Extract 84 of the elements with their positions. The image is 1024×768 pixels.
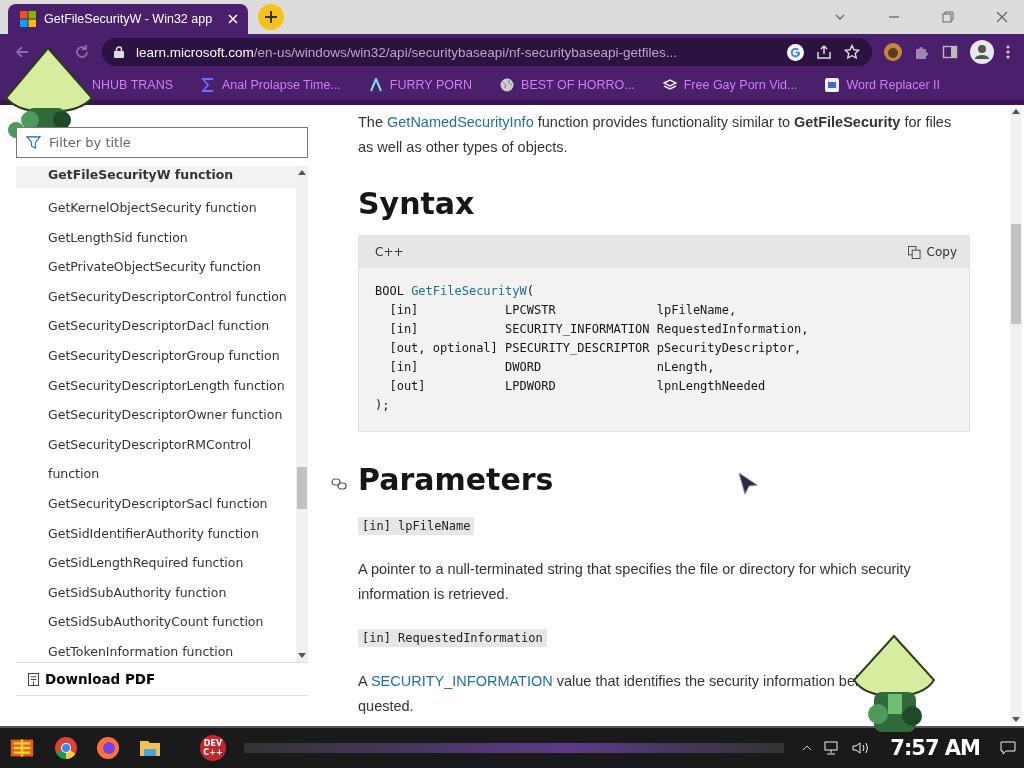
parameter-name: [in] lpFileName	[358, 517, 475, 535]
dev-cpp-icon[interactable]: DEV C++	[200, 735, 226, 761]
tab-title: GetFileSecurityW - Win32 app	[44, 12, 214, 26]
scroll-down-icon[interactable]	[298, 653, 306, 658]
toc-item[interactable]: GetSecurityDescriptorSacl function	[16, 488, 296, 519]
puzzle-icon[interactable]	[914, 44, 930, 60]
globe-icon	[500, 78, 515, 92]
code-line: );	[375, 397, 391, 414]
scroll-down-icon[interactable]	[1012, 717, 1020, 722]
section-heading: Syntax	[358, 186, 476, 221]
filter-field[interactable]: Filter by title	[16, 127, 308, 158]
toc-item[interactable]: GetKernelObjectSecurity function	[16, 193, 296, 223]
copy-icon	[907, 245, 921, 259]
bookmark[interactable]: Anal Prolapse Time...	[201, 78, 341, 92]
address-bar[interactable]: learn.microsoft.com/en-us/windows/win32/api/securitybaseapi/nf-securitybaseapi-getfiles...	[102, 38, 872, 66]
document-icon	[28, 672, 39, 686]
notification-icon[interactable]	[1000, 741, 1016, 755]
code-line: BOOL GetFileSecurityW(	[375, 283, 535, 300]
code-line: [in] DWORD nLength,	[388, 359, 716, 376]
toc-item[interactable]: GetSidSubAuthority function	[16, 577, 296, 608]
windows-logo-icon	[20, 11, 36, 27]
code-line: [out] LPDWORD lpnLengthNeeded	[388, 378, 767, 395]
code-line: [in] LPCWSTR lpFileName,	[388, 302, 738, 319]
section-heading: Parameters	[358, 462, 554, 497]
new-tab-button[interactable]	[258, 4, 284, 30]
scrollbar[interactable]	[296, 166, 308, 662]
scroll-up-icon[interactable]	[1012, 109, 1020, 114]
download-pdf-link[interactable]: Download PDF	[16, 662, 308, 696]
cursor-icon	[738, 472, 758, 496]
bookmark[interactable]: Word Replacer II	[825, 78, 940, 92]
clock[interactable]: 7:57 AM	[890, 736, 980, 760]
intro-paragraph: The GetNamedSecurityInfo function provides functionality similar to GetFileSecurity for files as well as other types of objects.	[358, 113, 953, 157]
parameter-description: A pointer to a null-terminated string that specifies the file or directory for which security information is retrieved.	[358, 560, 912, 604]
toc-item[interactable]: GetSidIdentifierAuthority function	[16, 518, 296, 549]
volume-icon[interactable]	[852, 741, 871, 755]
google-icon[interactable]	[787, 43, 804, 61]
sigma-icon	[201, 78, 216, 92]
bookmark[interactable]: NHUB TRANS	[92, 78, 174, 92]
url-text: learn.microsoft.com/en-us/windows/win32/api/securitybaseapi/nf-securitybaseapi-getfiles...	[136, 44, 678, 60]
toc-item[interactable]: GetSecurityDescriptorGroup function	[16, 340, 296, 371]
chrome-icon[interactable]	[54, 736, 78, 760]
back-icon[interactable]	[14, 44, 30, 60]
toc-item[interactable]: GetFileSecurityW function	[16, 166, 296, 188]
toc-item[interactable]: GetSecurityDescriptorDacl function	[16, 311, 296, 341]
bookmark[interactable]: FURRY PORN	[368, 78, 473, 92]
avatar-icon[interactable]	[884, 43, 902, 61]
restore-icon[interactable]	[942, 11, 954, 23]
bookmark[interactable]: Free Gay Porn Vid...	[662, 78, 798, 92]
code-line: [in] SECURITY_INFORMATION RequestedInformation,	[388, 321, 810, 338]
menu-icon[interactable]	[1006, 44, 1010, 60]
extension-icon	[825, 78, 840, 92]
browser-tab[interactable]: GetFileSecurityW - Win32 app	[8, 4, 248, 34]
link-icon[interactable]	[331, 478, 347, 490]
toc-item[interactable]: GetSecurityDescriptorControl function	[16, 281, 296, 312]
toc-item[interactable]: GetTokenInformation function	[16, 636, 296, 662]
profile-icon[interactable]	[970, 40, 994, 64]
firefox-icon[interactable]	[96, 736, 120, 760]
copy-button[interactable]: Copy	[907, 245, 957, 259]
link[interactable]: SECURITY_INFORMATION	[370, 673, 553, 689]
scroll-up-icon[interactable]	[298, 170, 306, 175]
star-icon[interactable]	[844, 44, 860, 60]
bookmark[interactable]: BEST OF HORRO...	[500, 78, 635, 92]
side-panel-icon[interactable]	[942, 44, 958, 60]
language-label: C++	[375, 245, 404, 259]
toc-item[interactable]: GetSidSubAuthorityCount function	[16, 607, 296, 637]
toc-item[interactable]: GetLengthSid function	[16, 222, 296, 253]
toc-item[interactable]: GetSecurityDescriptorLength function	[16, 370, 296, 401]
filter-icon	[26, 135, 41, 150]
toc-item[interactable]: GetSecurityDescriptorRMControl function	[16, 429, 296, 489]
toc-item[interactable]: GetSecurityDescriptorOwner function	[16, 400, 296, 430]
scrollbar-thumb[interactable]	[1011, 224, 1021, 324]
toc-item[interactable]: GetSidLengthRequired function	[16, 548, 296, 578]
network-icon[interactable]	[824, 741, 841, 755]
link[interactable]: GetNamedSecurityInfo	[387, 114, 534, 130]
chevron-up-icon[interactable]	[802, 745, 813, 751]
lock-icon	[114, 46, 124, 58]
scrollbar[interactable]	[1010, 109, 1022, 722]
scrollbar-thumb[interactable]	[297, 467, 307, 509]
toc-item[interactable]: GetPrivateObjectSecurity function	[16, 252, 296, 282]
reload-icon[interactable]	[74, 44, 90, 60]
stack-icon	[662, 78, 677, 92]
share-icon[interactable]	[816, 44, 832, 60]
parameter-name: [in] RequestedInformation	[358, 629, 547, 647]
code-line: [out, optional] PSECURITY_DESCRIPTOR pSecurityDescriptor,	[388, 340, 803, 357]
